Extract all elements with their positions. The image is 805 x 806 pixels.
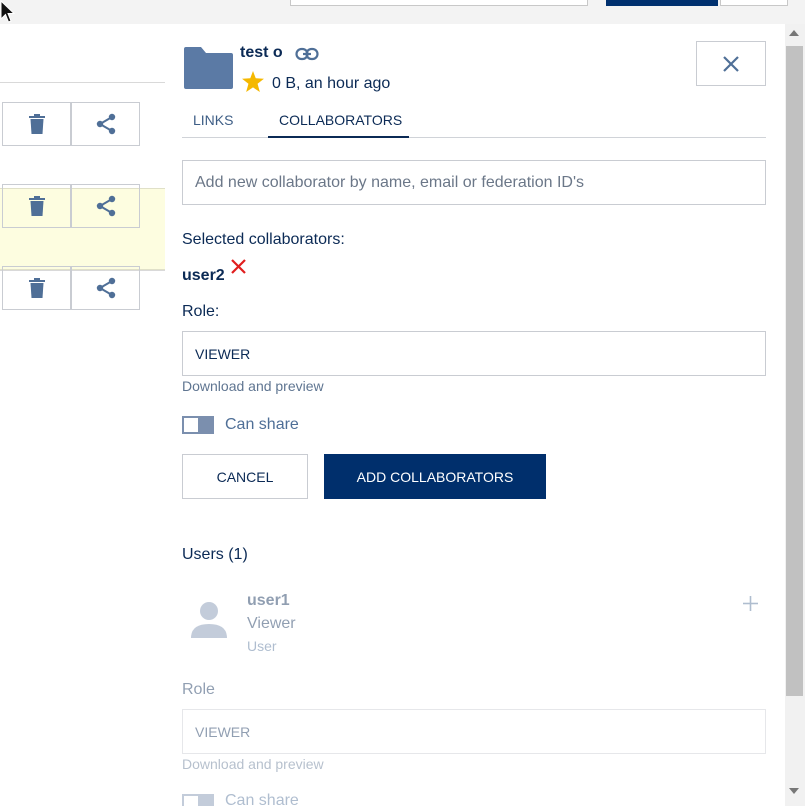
- toggle-knob: [198, 796, 212, 806]
- user-role-hint: Download and preview: [182, 756, 324, 772]
- user-avatar-icon: [191, 602, 227, 638]
- scroll-up-arrow-icon[interactable]: [789, 30, 799, 36]
- user-name: user1: [247, 592, 290, 609]
- role-hint: Download and preview: [182, 378, 324, 394]
- user-can-share-toggle[interactable]: [182, 794, 214, 806]
- role-label: Role:: [182, 303, 220, 320]
- user-role-select[interactable]: VIEWER: [182, 709, 766, 754]
- user-can-share-label: Can share: [225, 792, 299, 806]
- share-icon: [96, 277, 115, 299]
- collaborator-search-placeholder: Add new collaborator by name, email or f…: [195, 173, 585, 191]
- remove-icon[interactable]: [230, 258, 247, 275]
- top-search-input[interactable]: [290, 0, 588, 6]
- tab-links[interactable]: LINKS: [193, 112, 233, 128]
- share-button[interactable]: [71, 102, 140, 146]
- toggle-knob: [198, 418, 212, 432]
- trash-icon: [28, 114, 45, 134]
- can-share-label: Can share: [225, 416, 299, 433]
- delete-button[interactable]: [2, 266, 71, 310]
- add-collaborators-button[interactable]: ADD COLLABORATORS: [324, 454, 546, 499]
- star-icon[interactable]: [242, 71, 264, 92]
- trash-icon: [28, 196, 45, 216]
- file-list: [0, 24, 165, 806]
- user-role-label: Role: [182, 681, 215, 698]
- active-tab-indicator: [268, 136, 409, 138]
- top-secondary-button[interactable]: [720, 0, 788, 6]
- user-role: Viewer: [247, 615, 296, 632]
- share-button[interactable]: [71, 266, 140, 310]
- role-select-value: VIEWER: [195, 345, 251, 362]
- plus-icon[interactable]: [743, 596, 758, 611]
- close-button[interactable]: [696, 41, 766, 86]
- app-root: test o 0 B, an hour ago LINKS COLLABORAT…: [0, 0, 805, 806]
- selected-collaborator-chip: user2: [182, 267, 225, 284]
- user-type: User: [247, 638, 277, 654]
- trash-icon: [28, 278, 45, 298]
- scroll-down-arrow-icon[interactable]: [789, 788, 799, 794]
- scrollbar-thumb[interactable]: [786, 46, 803, 696]
- share-icon: [96, 113, 115, 135]
- item-title: test o: [240, 44, 283, 61]
- list-divider: [0, 82, 165, 83]
- folder-icon: [184, 47, 233, 89]
- users-section-title: Users (1): [182, 546, 248, 563]
- role-select[interactable]: VIEWER: [182, 331, 766, 376]
- user-role-select-value: VIEWER: [195, 723, 251, 740]
- cancel-button[interactable]: CANCEL: [182, 454, 308, 499]
- share-icon: [96, 195, 115, 217]
- top-bar: [0, 0, 805, 24]
- can-share-toggle[interactable]: [182, 416, 214, 434]
- user-card: user1 Viewer User Role VIEWER Download a…: [182, 580, 766, 806]
- tab-collaborators[interactable]: COLLABORATORS: [279, 112, 402, 128]
- close-icon: [723, 55, 739, 72]
- collaborator-search-input[interactable]: Add new collaborator by name, email or f…: [182, 160, 766, 205]
- delete-button[interactable]: [2, 184, 71, 228]
- mouse-cursor-icon: [0, 0, 16, 23]
- share-button[interactable]: [71, 184, 140, 228]
- link-icon[interactable]: [295, 46, 319, 62]
- delete-button[interactable]: [2, 102, 71, 146]
- selected-collaborators-label: Selected collaborators:: [182, 231, 345, 248]
- item-meta: 0 B, an hour ago: [272, 75, 391, 92]
- top-primary-button[interactable]: [606, 0, 718, 6]
